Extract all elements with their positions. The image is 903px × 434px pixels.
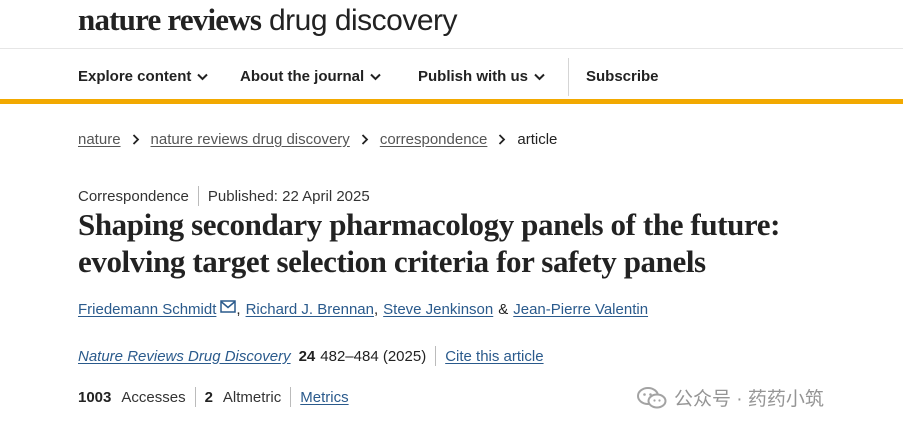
metrics-divider	[194, 387, 196, 407]
author-separator: &	[498, 301, 509, 318]
watermark-text: 公众号 · 药药小筑	[674, 389, 824, 410]
author-link[interactable]: Richard J. Brennan	[246, 301, 374, 318]
breadcrumb: nature nature reviews drug discovery cor…	[78, 131, 557, 148]
breadcrumb-link-nature[interactable]: nature	[78, 131, 121, 148]
nav-explore-content[interactable]: Explore content	[78, 68, 209, 85]
author-list: Friedemann Schmidt , Richard J. Brennan …	[78, 300, 648, 318]
metrics-divider	[290, 387, 292, 407]
pages-year: 482–484 (2025)	[320, 347, 427, 365]
chevron-right-icon	[499, 134, 506, 145]
volume-number: 24	[298, 347, 316, 365]
author-link[interactable]: Jean-Pierre Valentin	[513, 301, 648, 318]
citation-divider	[435, 346, 437, 366]
logo-brand: nature reviews	[78, 2, 262, 37]
main-nav: Explore content About the journal Publis…	[0, 50, 903, 104]
journal-link[interactable]: Nature Reviews Drug Discovery	[78, 348, 291, 365]
wechat-icon	[637, 386, 667, 408]
citation-line: Nature Reviews Drug Discovery 24 482–484…	[78, 346, 544, 366]
breadcrumb-link-correspondence[interactable]: correspondence	[380, 131, 488, 148]
nav-publish-with-us[interactable]: Publish with us	[418, 68, 545, 85]
article-metrics: 1003 Accesses 2 Altmetric Metrics	[78, 387, 349, 407]
metrics-link[interactable]: Metrics	[300, 389, 348, 406]
watermark: 公众号 · 药药小筑	[636, 384, 824, 411]
altmetric-count: 2	[204, 388, 213, 406]
altmetric-label: Altmetric	[222, 388, 282, 406]
nav-about-journal[interactable]: About the journal	[240, 68, 381, 85]
journal-logo[interactable]: nature reviews drug discovery	[78, 2, 458, 38]
nav-item-label: Publish with us	[418, 68, 529, 85]
chevron-right-icon	[361, 134, 369, 145]
article-title: Shaping secondary pharmacology panels of…	[78, 207, 781, 279]
author-separator: ,	[236, 301, 241, 318]
logo-subtitle: drug discovery	[268, 4, 458, 37]
published-date: Published: 22 April 2025	[207, 187, 370, 205]
accesses-count: 1003	[78, 388, 112, 406]
author-link[interactable]: Friedemann Schmidt	[78, 301, 216, 318]
breadcrumb-link-journal[interactable]: nature reviews drug discovery	[151, 131, 350, 148]
breadcrumb-current: article	[517, 131, 558, 148]
nav-item-label: About the journal	[240, 68, 365, 85]
cite-this-article-link[interactable]: Cite this article	[445, 348, 543, 365]
mail-icon[interactable]	[220, 300, 237, 313]
author-separator: ,	[373, 301, 379, 318]
meta-divider	[197, 186, 199, 206]
chevron-down-icon	[197, 73, 209, 80]
article-type: Correspondence	[78, 187, 189, 205]
accesses-label: Accesses	[121, 388, 186, 406]
nav-item-label: Explore content	[78, 68, 192, 85]
chevron-down-icon	[534, 73, 545, 80]
chevron-down-icon	[370, 73, 381, 80]
article-meta: Correspondence Published: 22 April 2025	[78, 186, 370, 206]
author-link[interactable]: Steve Jenkinson	[383, 301, 493, 318]
subscribe-link[interactable]: Subscribe	[586, 68, 659, 85]
subscribe-label: Subscribe	[586, 68, 659, 85]
chevron-right-icon	[132, 134, 139, 145]
logo-bar: nature reviews drug discovery	[0, 0, 903, 49]
nav-divider	[568, 58, 569, 96]
